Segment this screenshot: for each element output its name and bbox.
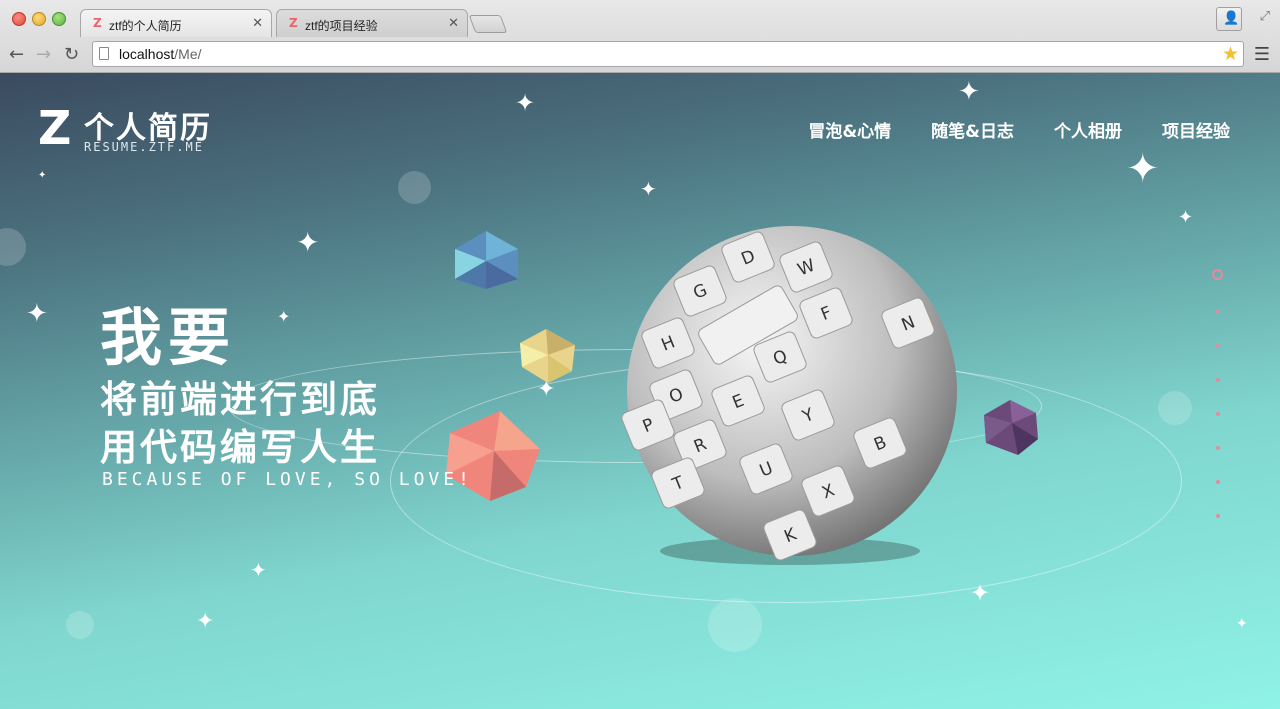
blue-gem-icon (455, 231, 518, 289)
logo-mark-icon: Z (38, 101, 72, 155)
slide-indicator (1212, 269, 1223, 518)
new-tab-button[interactable] (468, 15, 508, 33)
tab-projects[interactable]: Z ztf的项目经验 ✕ (276, 9, 468, 37)
nav-item-projects[interactable]: 项目经验 (1162, 117, 1230, 142)
address-bar[interactable]: localhost/Me/ ★ (92, 41, 1244, 67)
page-content: ✦ ✦ ✦ ✦ ✦ ✦ ✦ ✦ ✦ ✦ ✦ ✦ ✦ ✦ D W G F H Q … (0, 73, 1280, 709)
slide-dot-active[interactable] (1212, 269, 1223, 280)
slide-dot[interactable] (1216, 310, 1220, 314)
tab-strip: Z ztf的个人简历 ✕ Z ztf的项目经验 ✕ 👤 ⤢ (0, 0, 1280, 38)
hero-line-3: 用代码编写人生 (100, 426, 380, 469)
favicon-icon: Z (289, 16, 298, 30)
menu-icon[interactable]: ☰ (1254, 44, 1270, 65)
slide-dot[interactable] (1216, 446, 1220, 450)
tab-title: ztf的个人简历 (109, 19, 182, 33)
close-tab-icon[interactable]: ✕ (252, 16, 263, 31)
close-window-button[interactable] (12, 12, 26, 26)
zoom-window-button[interactable] (52, 12, 66, 26)
hero-tagline: BECAUSE OF LOVE, SO LOVE! (102, 469, 473, 490)
page-icon (99, 47, 109, 60)
forward-icon[interactable]: → (36, 44, 51, 65)
hero-headline: 我要 (100, 301, 237, 374)
slide-dot[interactable] (1216, 378, 1220, 382)
slide-dot[interactable] (1216, 344, 1220, 348)
url-text: localhost/Me/ (119, 46, 202, 62)
nav-item-album[interactable]: 个人相册 (1054, 117, 1122, 142)
yellow-gem-icon (520, 329, 575, 383)
slide-dot[interactable] (1216, 480, 1220, 484)
reload-icon[interactable]: ↻ (64, 44, 79, 65)
browser-chrome: Z ztf的个人简历 ✕ Z ztf的项目经验 ✕ 👤 ⤢ ← → ↻ loca… (0, 0, 1280, 73)
toolbar: ← → ↻ localhost/Me/ ★ ☰ (0, 38, 1280, 72)
slide-dot[interactable] (1216, 412, 1220, 416)
url-path: /Me/ (174, 46, 202, 62)
purple-gem-icon (984, 400, 1038, 455)
back-icon[interactable]: ← (9, 44, 24, 65)
minimize-window-button[interactable] (32, 12, 46, 26)
main-nav: 冒泡&心情 随笔&日志 个人相册 项目经验 (808, 117, 1230, 142)
slide-dot[interactable] (1216, 514, 1220, 518)
logo-subtitle: RESUME.ZTF.ME (84, 140, 204, 154)
close-tab-icon[interactable]: ✕ (448, 16, 459, 31)
nav-item-blog[interactable]: 随笔&日志 (931, 117, 1014, 142)
tab-resume[interactable]: Z ztf的个人简历 ✕ (80, 9, 272, 37)
favicon-icon: Z (93, 16, 102, 30)
fullscreen-icon[interactable]: ⤢ (1260, 9, 1270, 24)
profile-icon[interactable]: 👤 (1216, 7, 1242, 31)
bookmark-star-icon[interactable]: ★ (1222, 43, 1239, 65)
url-host: localhost (119, 46, 175, 62)
hero-line-2: 将前端进行到底 (100, 378, 380, 421)
nav-item-mood[interactable]: 冒泡&心情 (808, 117, 891, 142)
tab-title: ztf的项目经验 (305, 19, 378, 33)
